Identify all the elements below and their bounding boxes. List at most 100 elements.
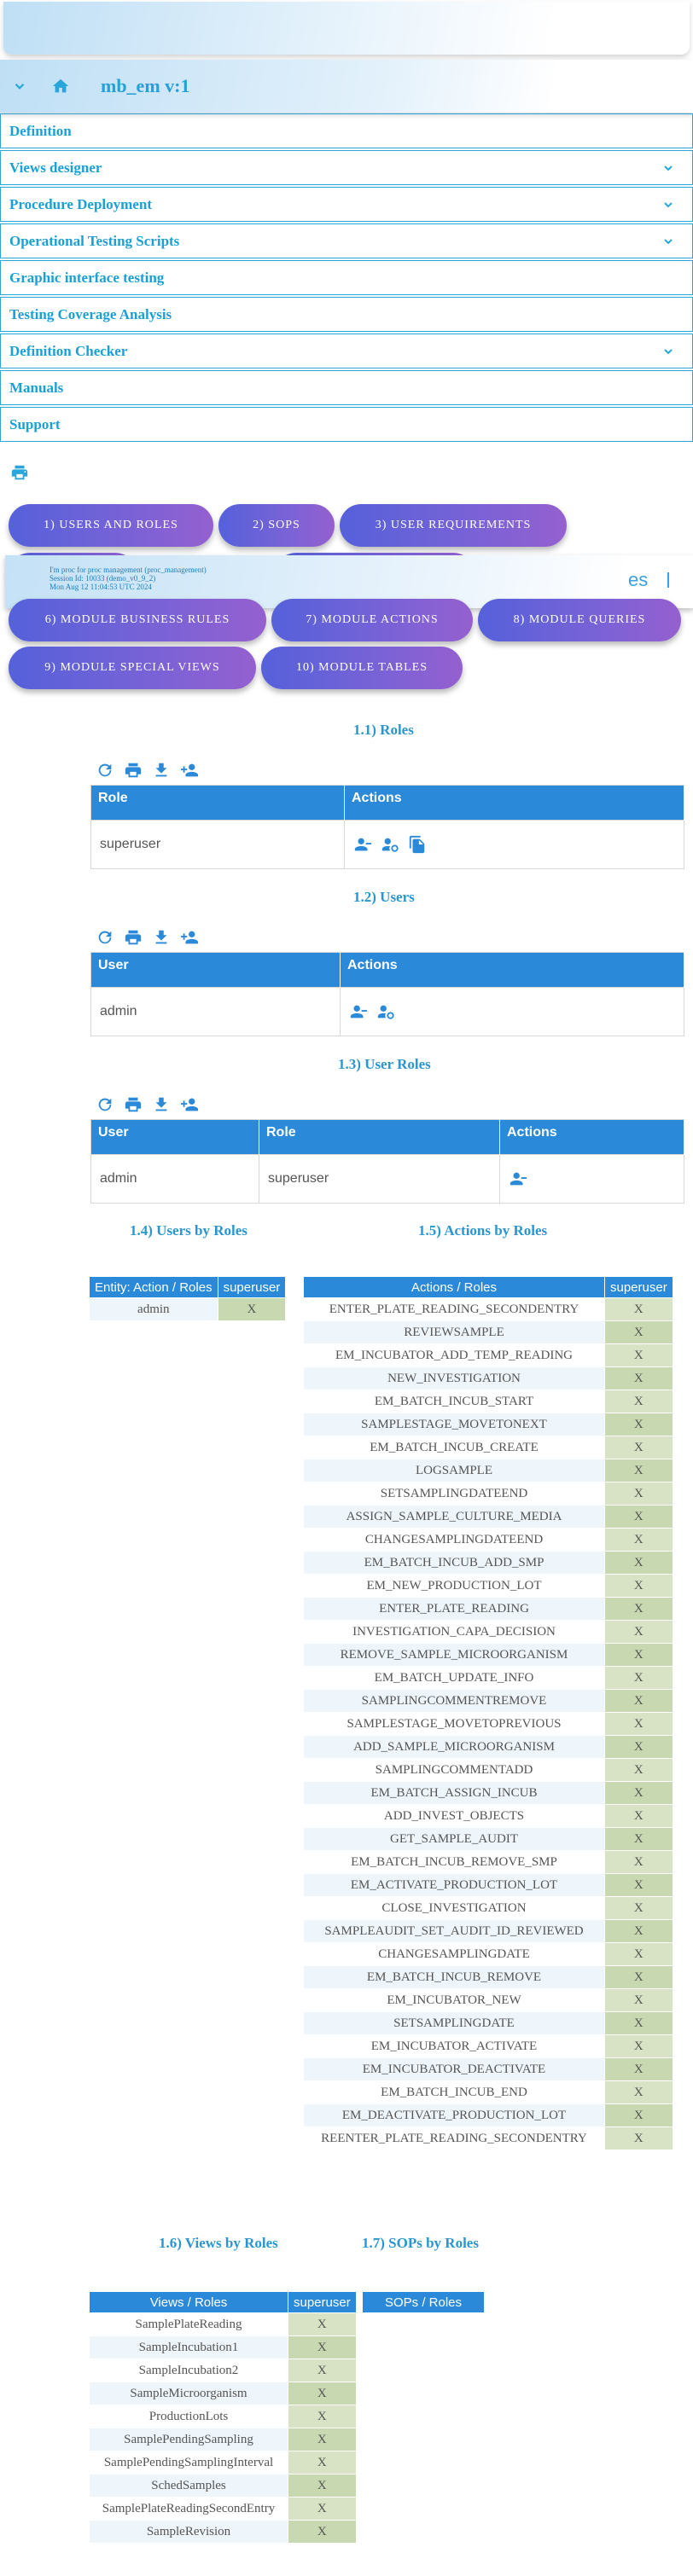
language-switch[interactable]: es <box>628 569 648 591</box>
download-icon[interactable] <box>152 1095 171 1114</box>
table-row: EM_INCUBATOR_DEACTIVATE X <box>304 2058 673 2080</box>
view-cell: ProductionLots <box>90 2405 288 2428</box>
actions-cell <box>499 1154 684 1204</box>
table-row: ENTER_PLATE_READING X <box>304 1598 673 1620</box>
menu-item-definition[interactable]: Definition <box>0 113 693 148</box>
action-cell: CHANGESAMPLINGDATEEND <box>304 1529 604 1551</box>
table-row: SamplePendingSamplingInterval X <box>90 2451 356 2474</box>
print-icon[interactable] <box>124 928 143 947</box>
action-cell: ENTER_PLATE_READING_SECONDENTRY <box>304 1298 604 1320</box>
mark-cell: X <box>605 1989 673 2011</box>
menu-item-label: Graphic interface testing <box>9 270 165 286</box>
table-row: ADD_SAMPLE_MICROORGANISM X <box>304 1736 673 1758</box>
table-row: SampleIncubation1 X <box>90 2336 356 2358</box>
refresh-icon[interactable] <box>96 928 114 947</box>
table-row: ENTER_PLATE_READING_SECONDENTRY X <box>304 1298 673 1320</box>
mark-cell: X <box>605 1436 673 1459</box>
table-row: INVESTIGATION_CAPA_DECISION X <box>304 1621 673 1643</box>
user-settings-icon[interactable] <box>381 835 399 854</box>
tab-module-special-views[interactable]: 9) MODULE SPECIAL VIEWS <box>9 647 256 689</box>
mark-cell: X <box>605 1736 673 1758</box>
remove-user-icon[interactable] <box>353 835 372 854</box>
print-icon[interactable] <box>10 463 29 482</box>
section-title-sops-by-roles: 1.7) SOPs by Roles <box>362 2235 479 2251</box>
mark-cell: X <box>605 1966 673 1988</box>
actions-cell <box>344 820 684 869</box>
table-row: SETSAMPLINGDATE X <box>304 2012 673 2034</box>
action-cell: EM_INCUBATOR_ACTIVATE <box>304 2035 604 2057</box>
table-row: SampleIncubation2 X <box>90 2359 356 2382</box>
add-user-icon[interactable] <box>180 928 199 947</box>
tab-user-requirements[interactable]: 3) USER REQUIREMENTS <box>340 504 567 547</box>
tab-module-tables[interactable]: 10) MODULE TABLES <box>261 647 463 689</box>
table-row: EM_BATCH_INCUB_REMOVE X <box>304 1966 673 1988</box>
view-cell: SampleRevision <box>90 2521 288 2543</box>
action-cell: REENTER_PLATE_READING_SECONDENTRY <box>304 2127 604 2150</box>
mark-cell: X <box>605 1344 673 1366</box>
mark-cell: X <box>288 2428 356 2451</box>
tab-sops[interactable]: 2) SOPS <box>218 504 335 547</box>
menu-item-support[interactable]: Support <box>0 407 693 442</box>
table-row: EM_INCUBATOR_ACTIVATE X <box>304 2035 673 2057</box>
add-user-icon[interactable] <box>180 1095 199 1114</box>
print-icon[interactable] <box>124 761 143 780</box>
mark-cell: X <box>605 2012 673 2034</box>
mark-cell: X <box>605 1390 673 1413</box>
tab-module-business-rules[interactable]: 6) MODULE BUSINESS RULES <box>9 599 266 641</box>
table-row: SAMPLESTAGE_MOVETONEXT X <box>304 1413 673 1436</box>
menu-item-procedure-deployment[interactable]: Procedure Deployment <box>0 187 693 222</box>
chevron-down-icon[interactable] <box>12 78 27 94</box>
mark-cell: X <box>288 2359 356 2382</box>
table-row: SchedSamples X <box>90 2474 356 2497</box>
mark-cell: X <box>605 1874 673 1896</box>
menu-item-label: Operational Testing Scripts <box>9 233 180 249</box>
action-cell: EM_BATCH_INCUB_START <box>304 1390 604 1413</box>
mark-cell: X <box>605 1943 673 1965</box>
add-user-icon[interactable] <box>180 761 199 780</box>
print-icon[interactable] <box>124 1095 143 1114</box>
table-row: REENTER_PLATE_READING_SECONDENTRY X <box>304 2127 673 2150</box>
download-icon[interactable] <box>152 761 171 780</box>
remove-user-icon[interactable] <box>349 1002 368 1021</box>
action-cell: CHANGESAMPLINGDATE <box>304 1943 604 1965</box>
copy-icon[interactable] <box>408 835 427 854</box>
table-row: SAMPLINGCOMMENTREMOVE X <box>304 1690 673 1712</box>
action-cell: EM_DEACTIVATE_PRODUCTION_LOT <box>304 2104 604 2126</box>
menu-item-graphic-interface-testing[interactable]: Graphic interface testing <box>0 260 693 295</box>
user-settings-icon[interactable] <box>376 1002 395 1021</box>
refresh-icon[interactable] <box>96 1095 114 1114</box>
menu-item-operational-testing[interactable]: Operational Testing Scripts <box>0 223 693 258</box>
menu-item-definition-checker[interactable]: Definition Checker <box>0 334 693 368</box>
mark-cell: X <box>218 1298 286 1320</box>
action-cell: EM_BATCH_INCUB_CREATE <box>304 1436 604 1459</box>
tab-module-queries[interactable]: 8) MODULE QUERIES <box>478 599 681 641</box>
action-cell: EM_BATCH_INCUB_ADD_SMP <box>304 1552 604 1574</box>
action-cell: EM_BATCH_INCUB_REMOVE_SMP <box>304 1851 604 1873</box>
mark-cell: X <box>605 1782 673 1804</box>
table-row: EM_BATCH_INCUB_ADD_SMP X <box>304 1552 673 1574</box>
session-date: Mon Aug 12 11:04:53 UTC 2024 <box>50 583 152 591</box>
menu-item-testing-coverage[interactable]: Testing Coverage Analysis <box>0 297 693 332</box>
column-header: superuser <box>218 1277 286 1297</box>
session-user: I'm proc for proc management (proc_manag… <box>50 566 207 574</box>
tab-module-actions[interactable]: 7) MODULE ACTIONS <box>271 599 473 641</box>
mark-cell: X <box>605 2081 673 2103</box>
mark-cell: X <box>605 1759 673 1781</box>
menu-item-views-designer[interactable]: Views designer <box>0 150 693 185</box>
remove-user-icon[interactable] <box>509 1169 527 1188</box>
user-cell: admin <box>90 1154 259 1204</box>
menu-item-manuals[interactable]: Manuals <box>0 370 693 405</box>
table-row: CLOSE_INVESTIGATION X <box>304 1897 673 1919</box>
mark-cell: X <box>605 1851 673 1873</box>
view-cell: SamplePlateReading <box>90 2313 288 2335</box>
mark-cell: X <box>605 2058 673 2080</box>
user-roles-table: User Role Actions admin superuser <box>90 1119 684 1204</box>
column-header: Views / Roles <box>90 2292 288 2312</box>
table-row: EM_INCUBATOR_NEW X <box>304 1989 673 2011</box>
action-cell: SAMPLESTAGE_MOVETOPREVIOUS <box>304 1713 604 1735</box>
refresh-icon[interactable] <box>96 761 114 780</box>
home-icon[interactable] <box>51 77 70 96</box>
download-icon[interactable] <box>152 928 171 947</box>
tab-users-and-roles[interactable]: 1) USERS AND ROLES <box>9 504 213 547</box>
table-row: admin superuser <box>90 1154 684 1204</box>
